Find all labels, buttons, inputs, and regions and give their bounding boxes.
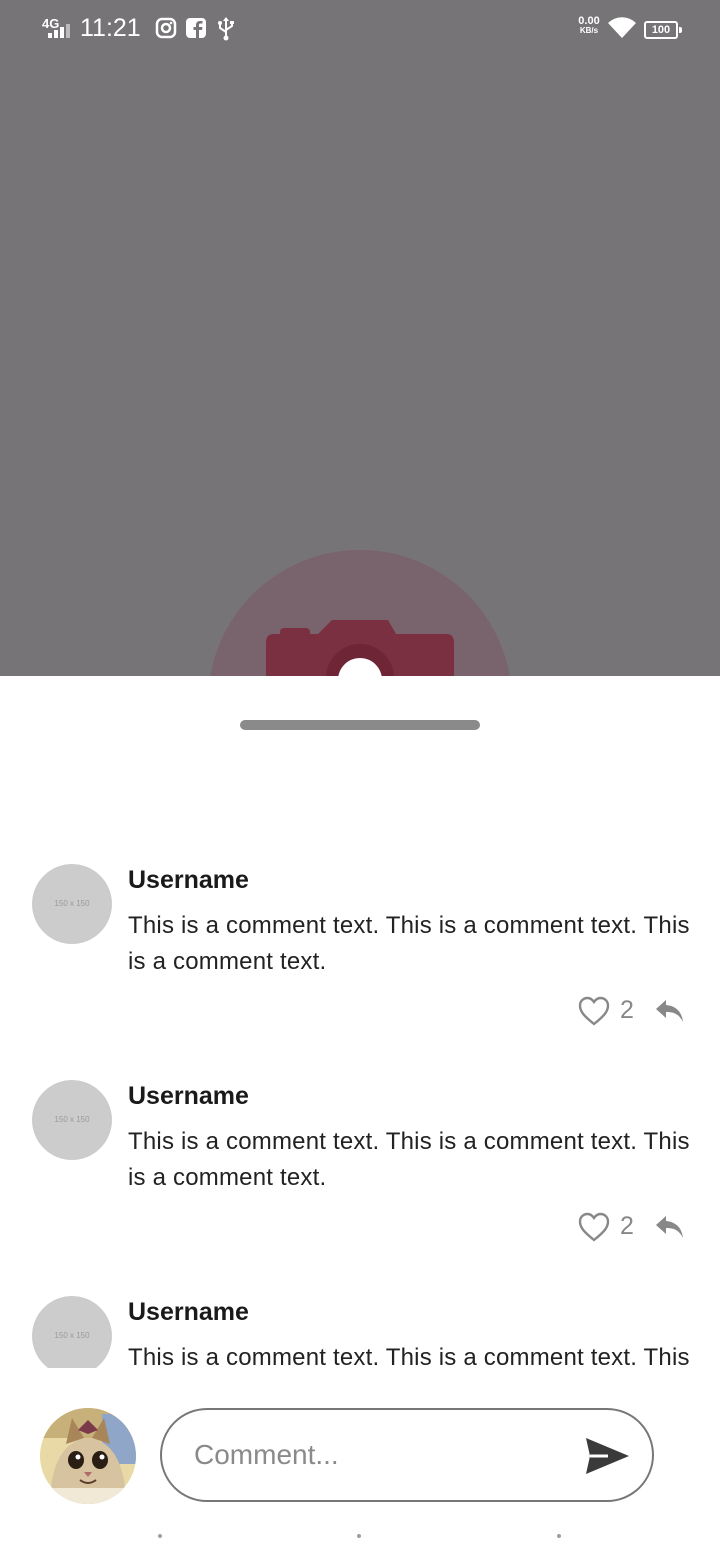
instagram-icon [155,17,177,39]
comment-actions: 2 [578,994,688,1028]
like-count: 2 [620,1212,634,1240]
comment-item: 150 x 150 Username This is a comment tex… [0,1042,720,1258]
speed-unit: KB/s [579,26,599,35]
heart-icon[interactable] [578,1212,610,1242]
comment-text: This is a comment text. This is a commen… [128,912,690,975]
cat-avatar-image [40,1408,136,1504]
username[interactable]: Username [128,866,249,895]
usb-icon [218,17,234,41]
comments-bottom-sheet: 150 x 150 Username This is a comment tex… [0,676,720,1544]
drag-handle[interactable] [240,720,480,730]
user-avatar[interactable] [40,1408,136,1504]
status-bar: 4G 11:21 0.00 KB/s 100 [0,0,720,58]
avatar[interactable]: 150 x 150 [32,1296,112,1368]
signal-icon [48,24,70,38]
avatar[interactable]: 150 x 150 [32,864,112,944]
comment-actions: 2 [578,1210,688,1244]
nav-dot[interactable] [557,1534,561,1538]
username[interactable]: Username [128,1082,249,1111]
camera-icon [266,620,454,676]
reply-icon[interactable] [654,1214,684,1240]
battery-icon: 100 [644,21,682,39]
comment-text: This is a comment text. This is a commen… [128,1128,690,1191]
avatar-placeholder-text: 150 x 150 [54,1331,90,1340]
avatar-placeholder-text: 150 x 150 [54,899,90,908]
send-icon[interactable] [584,1436,630,1476]
facebook-icon [186,18,206,38]
comment-input[interactable] [160,1408,654,1502]
comment-item: 150 x 150 Username This is a comment tex… [0,1258,720,1368]
wifi-icon [608,17,636,38]
background-image-area: 4G 11:21 0.00 KB/s 100 [0,0,720,676]
avatar[interactable]: 150 x 150 [32,1080,112,1160]
network-speed: 0.00 KB/s [572,16,606,36]
battery-level: 100 [651,24,671,36]
nav-dot[interactable] [357,1534,361,1538]
username[interactable]: Username [128,1298,249,1327]
comment-item: 150 x 150 Username This is a comment tex… [0,826,720,1042]
clock: 11:21 [80,14,141,42]
heart-icon[interactable] [578,996,610,1026]
avatar-placeholder-text: 150 x 150 [54,1115,90,1124]
comment-text: This is a comment text. This is a commen… [128,1344,690,1368]
like-count: 2 [620,996,634,1024]
comment-list[interactable]: 150 x 150 Username This is a comment tex… [0,826,720,1368]
comment-composer [0,1406,720,1506]
nav-dot[interactable] [158,1534,162,1538]
navigation-indicator [0,1534,720,1544]
reply-icon[interactable] [654,998,684,1024]
